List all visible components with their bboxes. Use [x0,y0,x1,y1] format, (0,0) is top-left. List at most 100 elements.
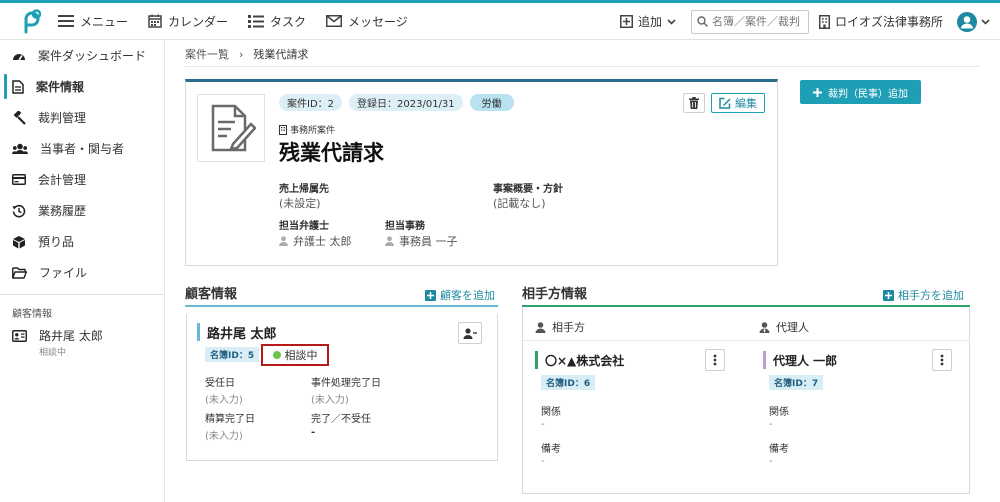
sidebar-client-name: 路井尾 太郎 [39,329,103,343]
staff-person[interactable]: 事務員 一子 [385,233,458,249]
lawyer-person[interactable]: 弁護士 太郎 [279,233,352,249]
edit-label: 編集 [735,97,757,110]
sidebar-item-history[interactable]: 業務履歴 [0,195,164,226]
agent-relation-value: - [769,419,773,430]
settled-label: 精算完了日 [205,414,255,425]
sidebar-item-case-info[interactable]: 案件情報 [0,71,164,102]
sidebar-item-files[interactable]: ファイル [0,257,164,288]
client-nameid-badge: 名簿ID：5 [205,347,260,362]
status-dot-icon [272,351,281,359]
staff-label: 担当事務 [385,221,425,232]
opponent-note-value: - [541,456,545,467]
person-icon [385,236,394,246]
opponent-header-divider [523,340,969,341]
more-vertical-icon [713,354,717,366]
plus-square-icon [425,289,436,301]
gavel-icon [13,110,26,125]
edit-button[interactable]: 編集 [711,93,765,113]
case-badges: 案件ID：2 登録日：2023/01/31 労働 [279,94,521,111]
client-person-button[interactable] [458,322,482,344]
add-dropdown-button[interactable]: 追加 [619,13,681,30]
firm-name[interactable]: ロイオズ法律事務所 [818,13,943,30]
sidebar: 案件ダッシュボード 案件情報 裁判管理 当事者・関与者 会計管理 業務履歴 預り… [0,40,165,502]
case-title: 残業代請求 [279,141,384,165]
calendar-icon [148,14,162,28]
client-section-title: 顧客情報 [185,287,238,302]
agent-relation-label: 関係 [769,407,789,418]
id-card-icon [12,330,27,342]
plus-icon [813,87,822,97]
plus-square-icon [883,289,894,301]
main-nav: メニュー カレンダー タスク メッセージ [58,13,428,30]
search-box[interactable] [690,9,809,34]
settled-value: (未入力) [205,431,243,442]
agent-note-label: 備考 [769,444,789,455]
sidebar-item-label: 会計管理 [38,173,87,187]
opponent-card: 相手方 代理人 〇×▲株式会社 名簿ID：6 関係 - 代理人 一郎 名簿ID：… [522,307,970,494]
search-icon [697,16,708,27]
top-bar: メニュー カレンダー タスク メッセージ 追加 ロイオズ法律事務所 [0,0,1000,40]
menu-button[interactable]: メニュー [58,13,128,30]
person-icon [279,236,288,246]
app-logo-icon[interactable] [10,3,50,39]
opponent-relation-value: - [541,419,545,430]
staff-value: 事務員 一子 [399,235,458,248]
client-section-line [185,305,498,307]
case-actions: 編集 [683,93,765,113]
sidebar-item-label: 当事者・関与者 [40,142,125,156]
sidebar-item-accounting[interactable]: 会計管理 [0,164,164,195]
office-tag: 事務所案件 [279,123,335,136]
search-input[interactable] [711,15,804,28]
user-menu-button[interactable] [957,11,990,32]
client-status-highlight: 相談中 [261,344,329,366]
trash-icon [689,97,699,109]
agent-menu-button[interactable] [932,349,952,371]
more-vertical-icon [940,354,944,366]
user-minus-icon [463,327,477,339]
agent-icon [759,321,770,333]
sidebar-client-status: 相談中 [39,348,67,358]
message-button[interactable]: メッセージ [326,13,408,30]
lawyer-label: 担当弁護士 [279,221,329,232]
case-category-badge: 労働 [469,94,514,111]
breadcrumb: 案件一覧 › 残業代請求 [185,42,308,66]
opponent-name[interactable]: 〇×▲株式会社 [545,352,624,369]
sidebar-item-parties[interactable]: 当事者・関与者 [0,133,164,164]
document-icon [12,79,24,94]
breadcrumb-separator: › [239,47,244,61]
task-button[interactable]: タスク [248,13,306,30]
result-value: - [311,427,316,438]
case-card: 案件ID：2 登録日：2023/01/31 労働 編集 事務所案件 残業代請求 … [185,79,778,266]
client-name[interactable]: 路井尾 太郎 [207,323,277,342]
opponent-section-title: 相手方情報 [522,287,588,302]
breadcrumb-parent-link[interactable]: 案件一覧 [185,46,229,62]
case-document-icon [197,94,265,162]
envelope-icon [326,15,343,27]
sidebar-item-label: 案件ダッシュボード [38,49,147,63]
add-client-link[interactable]: 顧客を追加 [425,287,495,303]
chevron-down-icon [981,18,990,25]
add-court-button[interactable]: 裁判（民事）追加 [800,80,921,104]
opponent-name-box: 〇×▲株式会社 [535,351,624,369]
summary-value: (記載なし) [493,197,546,210]
menu-label: メニュー [80,14,129,29]
calendar-label: カレンダー [168,14,229,29]
opponent-menu-button[interactable] [705,349,725,371]
add-opponent-link[interactable]: 相手方を追加 [883,287,964,303]
sidebar-client-item[interactable]: 路井尾 太郎 相談中 [0,321,164,358]
box-icon [13,235,25,248]
sidebar-section-label: 顧客情報 [12,308,52,320]
credit-card-icon [12,174,26,185]
received-label: 受任日 [205,378,235,389]
agent-name[interactable]: 代理人 一郎 [773,352,837,369]
opponent-column-header: 相手方 [535,319,585,335]
sidebar-item-dashboard[interactable]: 案件ダッシュボード [0,40,164,71]
building-icon [818,14,830,29]
delete-button[interactable] [683,93,705,113]
sales-value: (未設定) [279,197,321,210]
agent-column-label: 代理人 [776,321,809,334]
sidebar-item-court[interactable]: 裁判管理 [0,102,164,133]
sidebar-divider [0,294,164,295]
sidebar-item-deposits[interactable]: 預り品 [0,226,164,257]
calendar-button[interactable]: カレンダー [148,13,228,30]
